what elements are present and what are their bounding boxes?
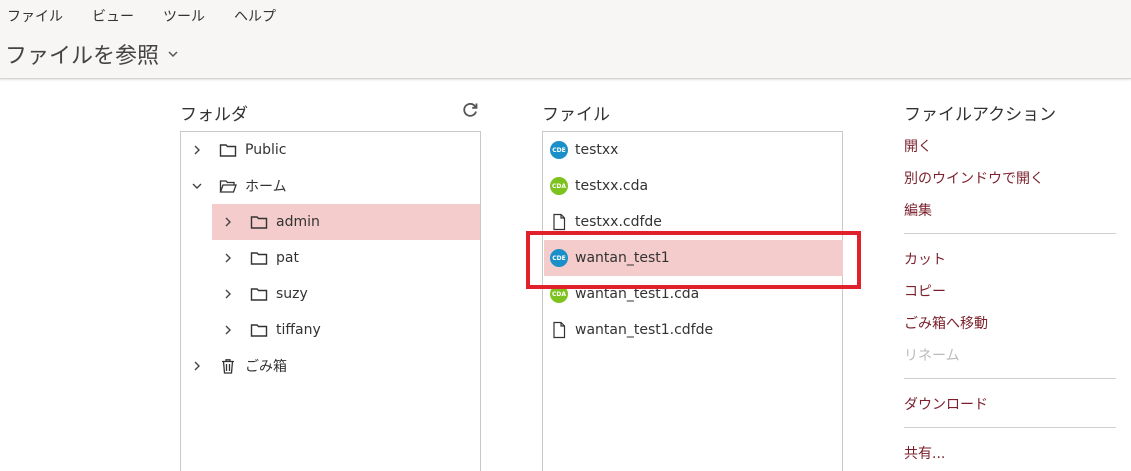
tree-item-admin[interactable]: admin bbox=[212, 204, 480, 240]
folder-icon bbox=[250, 288, 268, 301]
chevron-right-icon[interactable] bbox=[222, 216, 234, 228]
chevron-right-icon[interactable] bbox=[222, 324, 234, 336]
file-item-testxx-cda[interactable]: CDA testxx.cda bbox=[544, 168, 843, 204]
tree-item-label: ごみ箱 bbox=[245, 359, 287, 375]
divider bbox=[904, 427, 1116, 428]
folder-open-icon bbox=[219, 180, 237, 193]
refresh-icon[interactable] bbox=[461, 101, 479, 119]
menu-bar: ファイル ビュー ツール ヘルプ bbox=[7, 6, 305, 26]
cda-file-icon: CDA bbox=[550, 177, 568, 195]
action-edit[interactable]: 編集 bbox=[904, 200, 932, 220]
action-copy[interactable]: コピー bbox=[904, 281, 946, 301]
tree-item-public[interactable]: Public bbox=[181, 132, 480, 168]
tree-item-home[interactable]: ホーム bbox=[181, 168, 480, 204]
tree-item-trash[interactable]: ごみ箱 bbox=[181, 348, 480, 384]
action-open-new-window[interactable]: 別のウインドウで開く bbox=[904, 168, 1044, 188]
chevron-right-icon[interactable] bbox=[222, 252, 234, 264]
tree-item-label: admin bbox=[276, 214, 320, 230]
menu-tools[interactable]: ツール bbox=[163, 6, 205, 26]
divider bbox=[904, 378, 1116, 379]
folder-icon bbox=[250, 252, 268, 265]
action-open[interactable]: 開く bbox=[904, 136, 932, 156]
tree-item-label: Public bbox=[245, 142, 287, 158]
tree-item-label: ホーム bbox=[245, 179, 287, 195]
action-cut[interactable]: カット bbox=[904, 249, 946, 269]
page-title: ファイルを参照 bbox=[5, 44, 160, 69]
folders-panel: Public ホーム admin pat suzy tiffany ごみ箱 bbox=[180, 131, 481, 471]
document-icon bbox=[553, 213, 566, 231]
menu-help[interactable]: ヘルプ bbox=[234, 6, 276, 26]
document-icon bbox=[553, 321, 566, 339]
trash-icon bbox=[222, 359, 234, 374]
annotation-highlight-box bbox=[526, 231, 861, 289]
action-download[interactable]: ダウンロード bbox=[904, 394, 988, 414]
divider bbox=[904, 233, 1116, 234]
tree-item-label: tiffany bbox=[276, 322, 321, 338]
folder-icon bbox=[219, 144, 237, 157]
file-item-testxx[interactable]: CDE testxx bbox=[544, 132, 843, 168]
tree-item-label: suzy bbox=[276, 286, 308, 302]
folder-icon bbox=[250, 216, 268, 229]
tree-item-tiffany[interactable]: tiffany bbox=[212, 312, 480, 348]
top-bar: ファイル ビュー ツール ヘルプ ファイルを参照 bbox=[0, 0, 1131, 79]
action-share[interactable]: 共有... bbox=[904, 443, 945, 463]
chevron-right-icon[interactable] bbox=[191, 144, 203, 156]
tree-item-label: pat bbox=[276, 250, 299, 266]
folders-title: フォルダ bbox=[180, 105, 248, 125]
action-rename: リネーム bbox=[904, 348, 960, 364]
chevron-down-icon[interactable] bbox=[191, 180, 203, 192]
actions-title: ファイルアクション bbox=[904, 105, 1057, 125]
file-name: testxx bbox=[575, 142, 619, 158]
folder-icon bbox=[250, 324, 268, 337]
file-item-wantan-test1-cdfde[interactable]: wantan_test1.cdfde bbox=[544, 312, 843, 348]
menu-file[interactable]: ファイル bbox=[7, 6, 63, 26]
file-name: wantan_test1.cdfde bbox=[575, 322, 714, 338]
file-name: testxx.cdfde bbox=[575, 214, 662, 230]
tree-item-suzy[interactable]: suzy bbox=[212, 276, 480, 312]
chevron-right-icon[interactable] bbox=[222, 288, 234, 300]
tree-item-pat[interactable]: pat bbox=[212, 240, 480, 276]
file-name: testxx.cda bbox=[575, 178, 649, 194]
files-panel: CDE testxx CDA testxx.cda testxx.cdfde C… bbox=[542, 131, 843, 471]
action-move-to-trash[interactable]: ごみ箱へ移動 bbox=[904, 313, 988, 333]
chevron-right-icon[interactable] bbox=[191, 360, 203, 372]
cde-file-icon: CDE bbox=[550, 141, 568, 159]
files-title: ファイル bbox=[542, 105, 610, 125]
page-title-dropdown[interactable]: ファイルを参照 bbox=[5, 38, 179, 70]
menu-view[interactable]: ビュー bbox=[92, 6, 134, 26]
chevron-down-icon bbox=[168, 51, 178, 58]
